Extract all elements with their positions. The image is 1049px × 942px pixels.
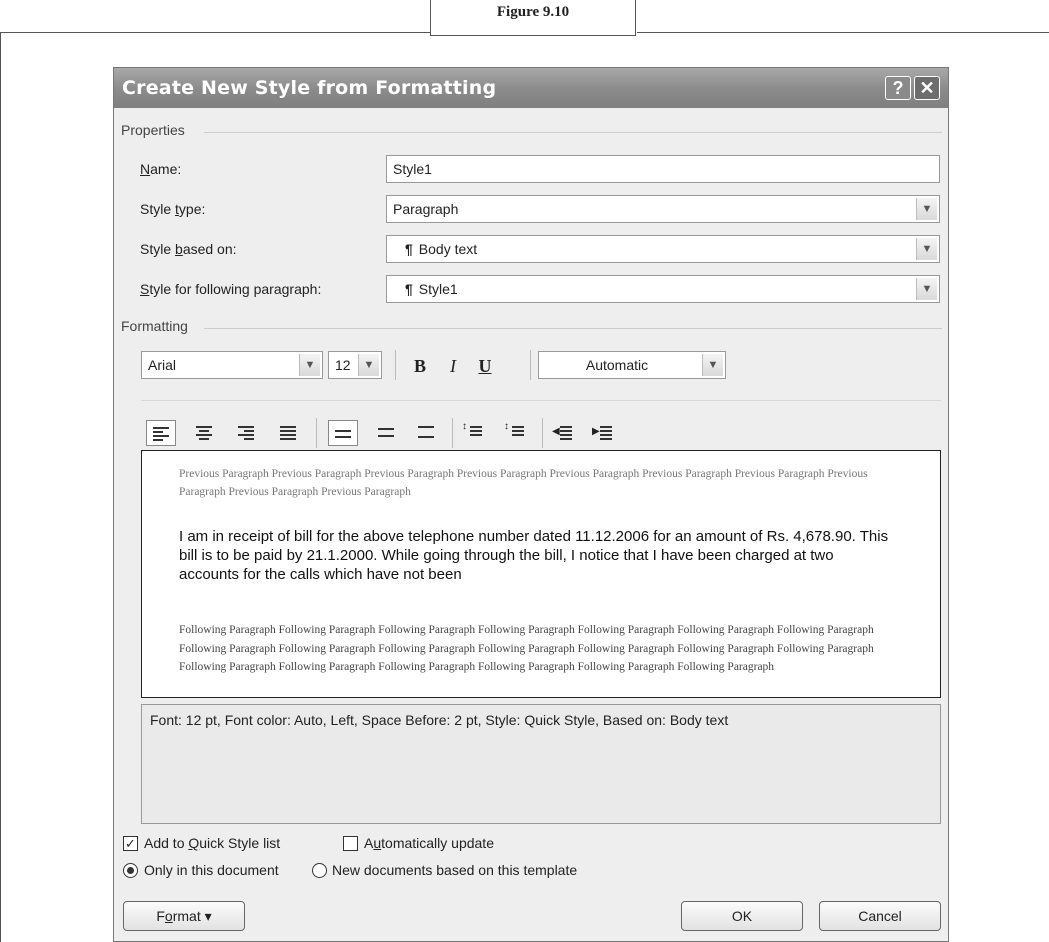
style-type-select[interactable]: Paragraph ▼ [386,195,940,223]
single-spacing-button[interactable] [328,420,358,446]
only-this-document-label: Only in this document [144,862,279,878]
help-button[interactable]: ? [885,76,911,100]
increase-indent-button[interactable]: ▶ [590,420,620,446]
align-center-icon [196,426,212,442]
properties-section-label: Properties [121,122,185,138]
style-following-value: Style1 [418,281,458,297]
section-divider [204,132,942,133]
justify-button[interactable] [274,420,304,446]
decrease-spacing-before-button[interactable]: ↕ [502,420,532,446]
format-menu-button[interactable]: Format ▾ [123,901,245,931]
spacing-after-icon [512,426,528,438]
toolbar-separator [452,418,453,448]
figure-frame-line [0,32,430,33]
close-button[interactable]: ✕ [914,76,940,100]
align-right-icon [238,426,254,442]
chevron-down-icon: ▾ [204,908,212,924]
figure-frame-line [637,32,1049,33]
body-text-preview: I am in receipt of bill for the above te… [179,528,889,583]
font-size-value: 12 [335,357,351,373]
align-right-button[interactable] [232,420,262,446]
title-bar: Create New Style from Formatting ? ✕ [114,68,948,108]
chevron-down-icon[interactable]: ▼ [916,238,937,260]
cancel-button[interactable]: Cancel [819,901,941,931]
chevron-down-icon[interactable]: ▼ [358,354,379,376]
chevron-down-icon[interactable]: ▼ [916,198,937,220]
style-description: Font: 12 pt, Font color: Auto, Left, Spa… [141,704,941,824]
style-preview: Previous Paragraph Previous Paragraph Pr… [141,450,941,698]
one-half-spacing-icon [378,428,394,439]
toolbar-separator [530,350,531,380]
new-documents-label: New documents based on this template [332,862,578,878]
name-input[interactable]: Style1 [386,155,940,183]
section-divider [204,328,942,329]
figure-frame-line [0,32,1,942]
increase-indent-icon [600,426,616,442]
font-color-select[interactable]: Automatic ▼ [538,351,726,379]
decrease-indent-icon [560,426,576,442]
dialog-title: Create New Style from Formatting [122,77,497,99]
style-based-on-label: Style based on: [140,241,237,257]
underline-button[interactable]: U [472,354,498,378]
pilcrow-icon: ¶ [405,241,413,257]
style-type-label: Style type: [140,201,206,217]
only-this-document-radio[interactable] [123,863,138,878]
style-type-value: Paragraph [393,201,459,217]
spacing-before-icon [470,426,486,438]
new-documents-radio[interactable] [312,863,327,878]
ok-button[interactable]: OK [681,901,803,931]
formatting-section-label: Formatting [121,318,188,334]
justify-icon [280,426,296,442]
increase-spacing-before-button[interactable]: ↕ [460,420,490,446]
align-center-button[interactable] [190,420,220,446]
add-quick-style-label: Add to Quick Style list [144,835,281,851]
double-spacing-icon [418,426,434,440]
auto-update-checkbox[interactable] [343,836,358,851]
previous-paragraph-preview: Previous Paragraph Previous Paragraph Pr… [179,468,868,498]
bold-button[interactable]: B [407,354,433,378]
font-name-value: Arial [148,357,177,373]
decrease-indent-button[interactable]: ◀ [550,420,580,446]
chevron-down-icon[interactable]: ▼ [916,278,937,300]
add-quick-style-checkbox[interactable]: ✓ [123,836,138,851]
auto-update-label: Automatically update [364,835,494,851]
style-following-label: Style for following paragraph: [140,281,322,297]
chevron-down-icon[interactable]: ▼ [702,354,723,376]
name-label: Name: [140,161,182,177]
following-paragraph-preview: Following Paragraph Following Paragraph … [179,624,874,673]
arrow-right-icon: ▶ [592,426,600,437]
arrow-updown-icon: ↕ [504,421,509,432]
italic-button[interactable]: I [440,354,466,378]
single-spacing-icon [335,430,351,440]
font-size-select[interactable]: 12 ▼ [328,351,382,379]
align-left-button[interactable] [146,420,176,446]
pilcrow-icon: ¶ [405,281,413,297]
arrow-left-icon: ◀ [552,426,560,437]
style-based-on-value: Body text [418,241,478,257]
style-following-select[interactable]: ¶ Style1 ▼ [386,275,940,303]
style-based-on-select[interactable]: ¶ Body text ▼ [386,235,940,263]
font-color-value: Automatic [585,357,649,373]
toolbar-separator [395,350,396,380]
arrow-updown-icon: ↕ [462,421,467,432]
font-name-select[interactable]: Arial ▼ [141,351,323,379]
toolbar-divider [141,400,941,401]
toolbar-separator [316,418,317,448]
figure-caption: Figure 9.10 [430,0,636,36]
toolbar-separator [542,418,543,448]
double-spacing-button[interactable] [412,420,442,446]
chevron-down-icon[interactable]: ▼ [299,354,320,376]
create-style-dialog: Create New Style from Formatting ? ✕ Pro… [113,67,949,942]
one-half-spacing-button[interactable] [372,420,402,446]
align-left-icon [153,427,169,443]
